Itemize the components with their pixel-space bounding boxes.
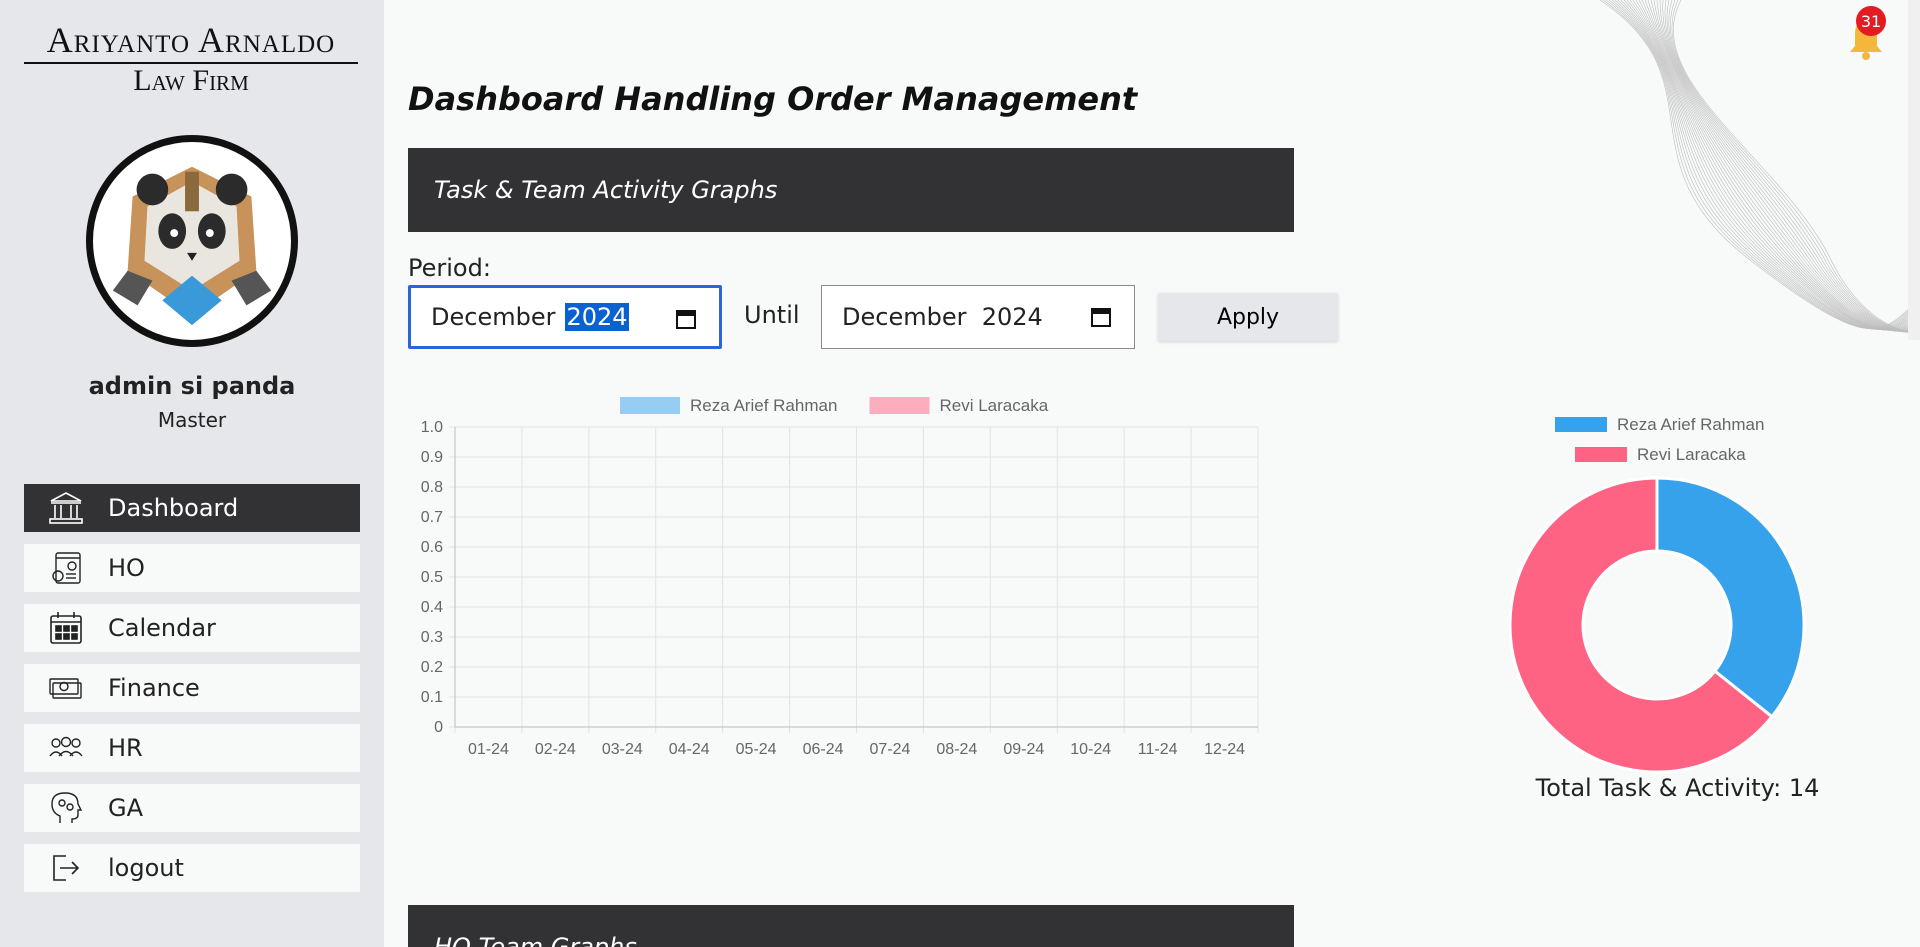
y-tick-label: 0.3 (421, 629, 443, 646)
y-tick-label: 0.1 (421, 689, 443, 706)
until-label: Until (744, 301, 800, 329)
cash-icon (46, 668, 86, 708)
sidebar-item-calendar[interactable]: Calendar (24, 604, 360, 652)
scrollbar[interactable] (1908, 0, 1920, 340)
settings-document-icon (46, 548, 86, 588)
legend-swatch (1555, 417, 1607, 432)
sidebar-item-dashboard[interactable]: Dashboard (24, 484, 360, 532)
user-name: admin si panda (88, 372, 296, 400)
logout-icon (46, 848, 86, 888)
x-tick-label: 05-24 (736, 741, 777, 758)
y-tick-label: 0 (434, 719, 443, 736)
legend-swatch (620, 397, 680, 414)
y-tick-label: 0.7 (421, 509, 443, 526)
user-role: Master (157, 408, 227, 432)
calendar-icon (46, 608, 86, 648)
start-year-selected: 2024 (565, 303, 629, 331)
legend-swatch (869, 397, 930, 414)
x-tick-label: 04-24 (669, 741, 710, 758)
legend-label: Reza Arief Rahman (690, 396, 837, 415)
sidebar-item-logout[interactable]: logout (24, 844, 360, 892)
period-end-input[interactable]: December 2024 (821, 285, 1135, 349)
y-tick-label: 0.4 (421, 599, 443, 616)
sidebar-item-hr[interactable]: HR (24, 724, 360, 772)
chart-legend: Reza Arief Rahman Revi Laracaka (620, 396, 1049, 415)
apply-button[interactable]: Apply (1158, 293, 1338, 341)
sidebar-item-label: Dashboard (108, 494, 239, 522)
sidebar-nav: Dashboard HO Calendar Finance HR GA logo… (24, 484, 360, 904)
sidebar-item-ho[interactable]: HO (24, 544, 360, 592)
total-task-activity: Total Task & Activity: 14 (1535, 774, 1820, 802)
head-gears-icon (46, 788, 86, 828)
y-tick-label: 1.0 (421, 419, 443, 436)
sidebar-item-label: logout (108, 854, 184, 882)
sidebar-item-label: HR (108, 734, 143, 762)
calendar-picker-icon[interactable] (675, 308, 697, 330)
y-tick-label: 0.8 (421, 479, 443, 496)
period-start-input[interactable]: December 2024 (408, 285, 722, 349)
sidebar-item-label: GA (108, 794, 144, 822)
chart-legend: Reza Arief Rahman Revi Laracaka (1555, 415, 1764, 464)
monthly-activity-bar-chart: Reza Arief Rahman Revi Laracaka 0 0.1 0.2 0.3… (421, 396, 1259, 758)
legend-label: Reza Arief Rahman (1617, 415, 1764, 434)
section-header-ho-team: HO Team Graphs (408, 905, 1294, 947)
sidebar: Ariyanto Arnaldo Law Firm admin si panda… (0, 0, 384, 947)
end-date-value: December 2024 (842, 303, 1043, 331)
bank-icon (46, 488, 86, 528)
y-tick-label: 0.9 (421, 449, 443, 466)
x-tick-label: 11-24 (1138, 741, 1178, 758)
x-tick-label: 12-24 (1204, 741, 1245, 758)
logo-line2: Law Firm (133, 64, 249, 97)
donut-slice (1655, 476, 1806, 719)
sidebar-item-finance[interactable]: Finance (24, 664, 360, 712)
page-title: Dashboard Handling Order Management (408, 80, 1138, 118)
x-tick-label: 03-24 (602, 741, 643, 758)
avatar (86, 135, 298, 347)
panda-icon (112, 166, 272, 326)
task-distribution-donut-chart: Reza Arief Rahman Revi Laracaka (1508, 415, 1806, 774)
logo-line1: Ariyanto Arnaldo (24, 20, 358, 64)
x-tick-label: 07-24 (869, 741, 910, 758)
section-header-task-team: Task & Team Activity Graphs (408, 148, 1294, 232)
x-tick-label: 09-24 (1003, 741, 1044, 758)
sidebar-item-ga[interactable]: GA (24, 784, 360, 832)
y-tick-label: 0.2 (421, 659, 443, 676)
team-icon (46, 728, 86, 768)
sidebar-item-label: Finance (108, 674, 200, 702)
legend-label: Revi Laracaka (1637, 445, 1746, 464)
x-tick-label: 01-24 (468, 741, 509, 758)
period-label: Period: (408, 254, 491, 282)
firm-logo[interactable]: Ariyanto Arnaldo Law Firm (24, 20, 358, 98)
x-tick-label: 10-24 (1070, 741, 1111, 758)
y-tick-label: 0.6 (421, 539, 443, 556)
x-tick-label: 08-24 (936, 741, 977, 758)
sidebar-item-label: Calendar (108, 614, 216, 642)
start-month: December (431, 303, 556, 331)
legend-swatch (1575, 447, 1627, 462)
x-tick-label: 06-24 (803, 741, 844, 758)
y-tick-label: 0.5 (421, 569, 443, 586)
notification-badge: 31 (1856, 6, 1886, 36)
sidebar-item-label: HO (108, 554, 145, 582)
calendar-picker-icon[interactable] (1090, 306, 1112, 328)
x-tick-label: 02-24 (535, 741, 576, 758)
legend-label: Revi Laracaka (940, 396, 1049, 415)
